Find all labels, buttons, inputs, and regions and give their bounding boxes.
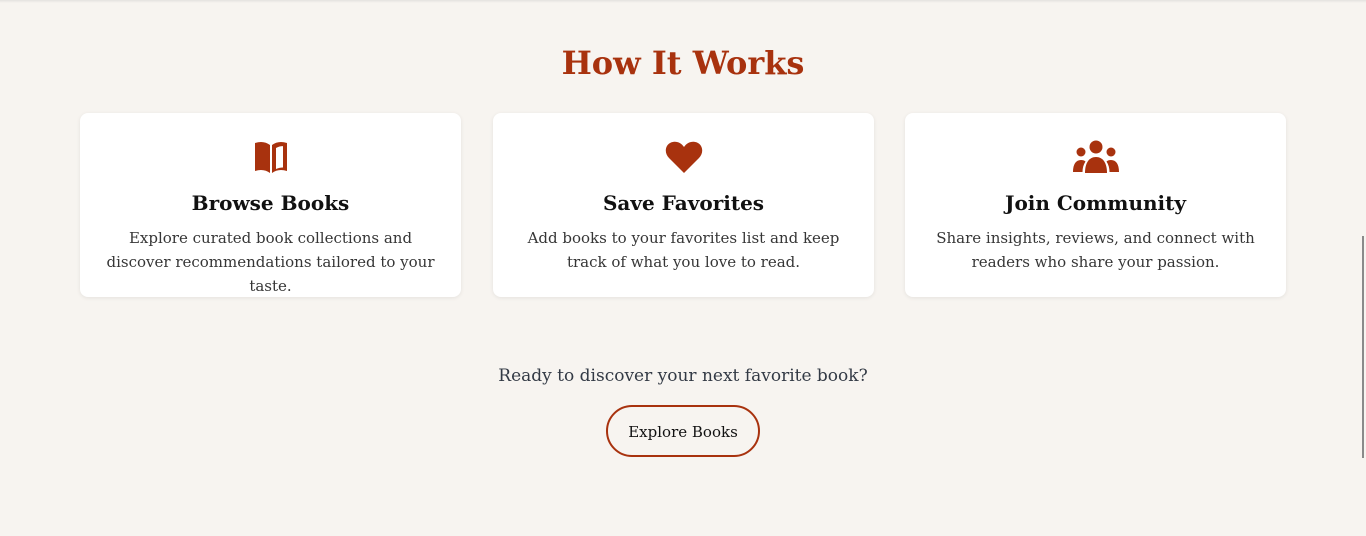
feature-card-browse: Browse Books Explore curated book collec… bbox=[80, 113, 461, 297]
header-shadow bbox=[0, 0, 1366, 3]
users-icon bbox=[905, 137, 1286, 177]
feature-card-favorites: Save Favorites Add books to your favorit… bbox=[493, 113, 874, 297]
scrollbar-thumb[interactable] bbox=[1362, 236, 1364, 458]
card-title: Browse Books bbox=[191, 191, 350, 215]
cta-text: Ready to discover your next favorite boo… bbox=[498, 366, 868, 386]
how-it-works-page: How It Works Browse Books Explore curate… bbox=[0, 0, 1366, 536]
card-description: Share insights, reviews, and connect wit… bbox=[936, 229, 1255, 271]
explore-books-button[interactable]: Explore Books bbox=[606, 405, 760, 457]
card-title: Join Community bbox=[1004, 191, 1187, 215]
open-book-icon bbox=[80, 137, 461, 177]
card-description: Explore curated book collections and dis… bbox=[106, 229, 435, 295]
card-title: Save Favorites bbox=[602, 191, 765, 215]
heart-icon bbox=[493, 137, 874, 177]
feature-card-community: Join Community Share insights, reviews, … bbox=[905, 113, 1286, 297]
card-description: Add books to your favorites list and kee… bbox=[527, 229, 840, 271]
section-title: How It Works bbox=[561, 44, 805, 82]
